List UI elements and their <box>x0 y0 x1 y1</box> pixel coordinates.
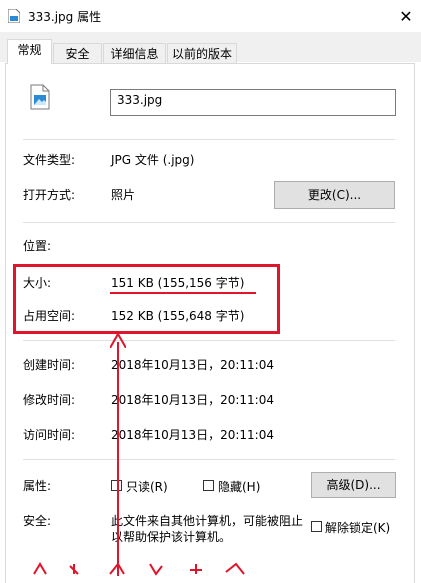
annotation-handwriting-icon <box>30 560 260 579</box>
separator <box>23 340 395 341</box>
file-icon <box>7 8 21 24</box>
separator <box>23 139 395 140</box>
filename-input[interactable]: 333.jpg <box>110 89 396 116</box>
security-text-line2: 以帮助保护该计算机。 <box>111 530 232 544</box>
close-icon: ✕ <box>399 6 413 26</box>
hidden-label: 隐藏(H) <box>218 480 261 494</box>
annotation-arrow-line <box>117 342 119 576</box>
modified-label: 修改时间: <box>23 393 76 407</box>
security-label: 安全: <box>23 514 52 528</box>
image-file-icon <box>30 84 50 113</box>
tab-security[interactable]: 安全 <box>53 43 102 63</box>
readonly-label: 只读(R) <box>126 480 168 494</box>
window-title: 333.jpg 属性 <box>28 10 102 24</box>
annotation-arrow-head-icon <box>109 333 127 351</box>
separator <box>23 222 395 223</box>
accessed-value: 2018年10月13日，20:11:04 <box>111 428 274 442</box>
accessed-label: 访问时间: <box>23 428 76 442</box>
tab-previous-versions[interactable]: 以前的版本 <box>167 43 237 63</box>
file-type-label: 文件类型: <box>23 153 76 167</box>
location-label: 位置: <box>23 239 52 253</box>
created-label: 创建时间: <box>23 358 76 372</box>
annotation-highlight-box <box>13 264 280 334</box>
tab-details[interactable]: 详细信息 <box>103 43 166 63</box>
unblock-checkbox[interactable] <box>311 521 322 532</box>
annotation-underline <box>110 292 256 294</box>
modified-value: 2018年10月13日，20:11:04 <box>111 393 274 407</box>
change-button[interactable]: 更改(C)... <box>274 181 395 209</box>
advanced-button[interactable]: 高级(D)... <box>311 472 396 498</box>
tab-general[interactable]: 常规 <box>7 39 52 64</box>
attributes-label: 属性: <box>23 479 52 493</box>
opens-with-value: 照片 <box>111 188 136 202</box>
created-value: 2018年10月13日，20:11:04 <box>111 358 274 372</box>
opens-with-label: 打开方式: <box>23 188 76 202</box>
security-text-line1: 此文件来自其他计算机，可能被阻止 <box>111 514 304 528</box>
close-button[interactable]: ✕ <box>391 0 421 32</box>
separator <box>23 459 395 460</box>
file-type-value: JPG 文件 (.jpg) <box>111 153 195 167</box>
unblock-label: 解除锁定(K) <box>325 521 391 535</box>
hidden-checkbox[interactable] <box>203 480 214 491</box>
